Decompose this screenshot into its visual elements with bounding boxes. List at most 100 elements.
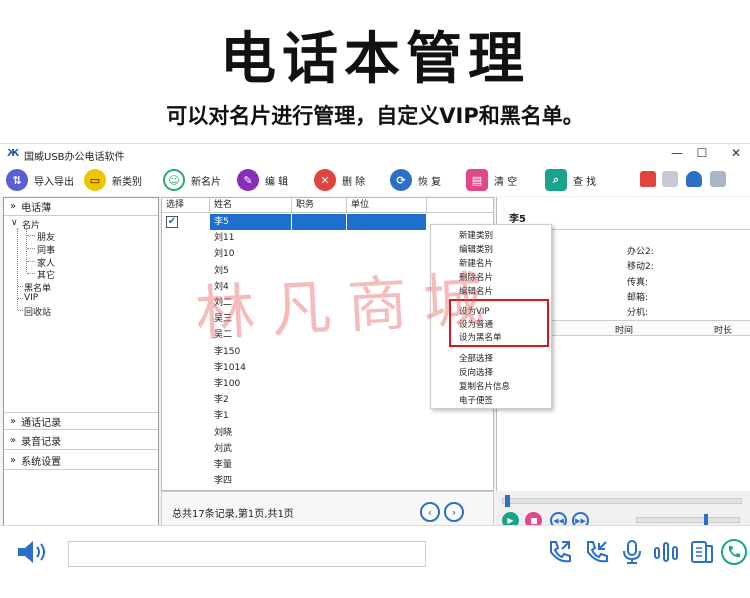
row-title-cell [292,473,347,489]
row-company-cell [347,408,427,424]
menu-item-copy-card-info[interactable]: 复制名片信息 [459,380,510,392]
volume-thumb[interactable] [704,514,708,525]
search-button[interactable]: ⌕ 查 找 [545,164,596,196]
system-settings-label: 系统设置 [21,457,62,468]
row-checkbox[interactable] [162,263,210,279]
row-checkbox[interactable] [162,230,210,246]
menu-item-new-category[interactable]: 新建类别 [459,229,493,241]
menu-item-edit-category[interactable]: 编辑类别 [459,243,493,255]
call-log-section[interactable]: » 通话记录 [4,412,158,430]
phonebook-icon[interactable] [688,538,716,566]
playback-thumb[interactable] [505,495,510,507]
new-category-button[interactable]: ▭ 新类别 [84,164,142,196]
row-company-cell [347,360,427,376]
lock-icon[interactable] [640,171,656,187]
minimize-button[interactable]: — [667,146,687,160]
table-row[interactable]: 李量 [162,457,493,473]
tree-node-recycle-bin[interactable]: 回收站 [24,305,51,318]
clear-button[interactable]: ▤ 清 空 [466,164,517,196]
phonebook-section[interactable]: » 电话薄 [4,198,158,216]
clear-icon: ▤ [466,169,488,191]
menu-item-delete-card[interactable]: 删除名片 [459,271,493,283]
office2-label: 办公2: [627,247,654,257]
import-export-label: 导入导出 [34,176,74,188]
row-checkbox[interactable] [162,408,210,424]
row-checkbox[interactable] [162,457,210,473]
new-card-icon: ☺ [163,169,185,191]
row-checkbox[interactable] [162,425,210,441]
toolbar: ⇅ 导入导出 ▭ 新类别 ☺ 新名片 ✎ 编 辑 ✕ 删 除 ⟳ 恢 复 ▤ 清… [0,164,750,196]
row-checkbox[interactable] [162,311,210,327]
bottom-bar [0,525,750,598]
voice-level-icon[interactable] [652,538,680,566]
new-card-button[interactable]: ☺ 新名片 [163,164,221,196]
system-settings-section[interactable]: » 系统设置 [4,452,158,470]
next-page-button[interactable]: › [444,502,464,522]
edit-icon: ✎ [237,169,259,191]
maximize-button[interactable]: ☐ [692,146,712,160]
row-checkbox[interactable] [162,441,210,457]
row-title-cell [292,376,347,392]
tree-node-colleagues[interactable]: 同事 [37,243,55,256]
tree-node-friends[interactable]: 朋友 [37,230,55,243]
menu-item-invert-selection[interactable]: 反向选择 [459,366,493,378]
row-checkbox[interactable] [162,327,210,343]
speaker-icon[interactable] [16,539,50,565]
table-row[interactable]: 刘晓 [162,425,493,441]
row-checkbox[interactable] [162,295,210,311]
column-header-name[interactable]: 姓名 [210,198,292,212]
row-checkbox[interactable] [162,344,210,360]
tree-node-others[interactable]: 其它 [37,268,55,281]
table-row[interactable]: 李四 [162,473,493,489]
row-title-cell [292,214,347,230]
restore-button[interactable]: ⟳ 恢 复 [390,164,441,196]
microphone-icon[interactable] [618,538,646,566]
table-row[interactable]: 刘武 [162,441,493,457]
stack-icon[interactable] [710,171,726,187]
row-title-cell [292,360,347,376]
table-row[interactable]: 李1 [162,408,493,424]
close-button[interactable]: ✕ [726,146,746,160]
expand-icon: » [10,455,17,466]
duration-column-header[interactable]: 时长 [714,323,732,336]
row-checkbox[interactable] [162,376,210,392]
music-icon[interactable] [662,171,678,187]
time-column-header[interactable]: 时间 [615,323,633,336]
tree-expander-icon[interactable]: ∨ [11,218,18,228]
database-icon[interactable] [686,171,702,187]
row-name-cell: 吴三 [214,314,233,325]
playback-progress-bar[interactable] [502,498,742,504]
row-name-cell: 李2 [214,395,229,406]
row-checkbox[interactable] [162,246,210,262]
dial-input[interactable] [68,541,426,567]
column-header-select[interactable]: 选择 [162,198,210,212]
row-name-cell: 吴二 [214,330,233,341]
row-company-cell [347,279,427,295]
menu-item-select-all[interactable]: 全部选择 [459,352,493,364]
row-checkbox[interactable] [162,473,210,489]
incoming-call-icon[interactable] [582,538,610,566]
delete-button[interactable]: ✕ 删 除 [314,164,365,196]
menu-item-new-card[interactable]: 新建名片 [459,257,493,269]
column-header-company[interactable]: 单位 [347,198,427,212]
import-export-button[interactable]: ⇅ 导入导出 [6,164,74,196]
row-checkbox[interactable] [162,279,210,295]
answer-call-icon[interactable] [720,538,748,566]
recording-log-section[interactable]: » 录音记录 [4,432,158,450]
extension-label: 分机: [627,308,649,318]
row-company-cell [347,311,427,327]
tree-node-vip[interactable]: VIP [24,293,38,303]
menu-item-edit-card[interactable]: 编辑名片 [459,285,493,297]
volume-slider[interactable] [636,517,740,523]
row-title-cell [292,392,347,408]
outgoing-call-icon[interactable] [545,538,573,566]
row-checkbox[interactable] [162,360,210,376]
row-title-cell [292,425,347,441]
row-company-cell [347,457,427,473]
row-checkbox[interactable] [162,392,210,408]
edit-button[interactable]: ✎ 编 辑 [237,164,288,196]
prev-page-button[interactable]: ‹ [420,502,440,522]
row-checkbox[interactable]: ✔ [162,214,210,230]
column-header-title[interactable]: 职务 [292,198,347,212]
menu-item-sticky-note[interactable]: 电子便签 [459,394,493,406]
